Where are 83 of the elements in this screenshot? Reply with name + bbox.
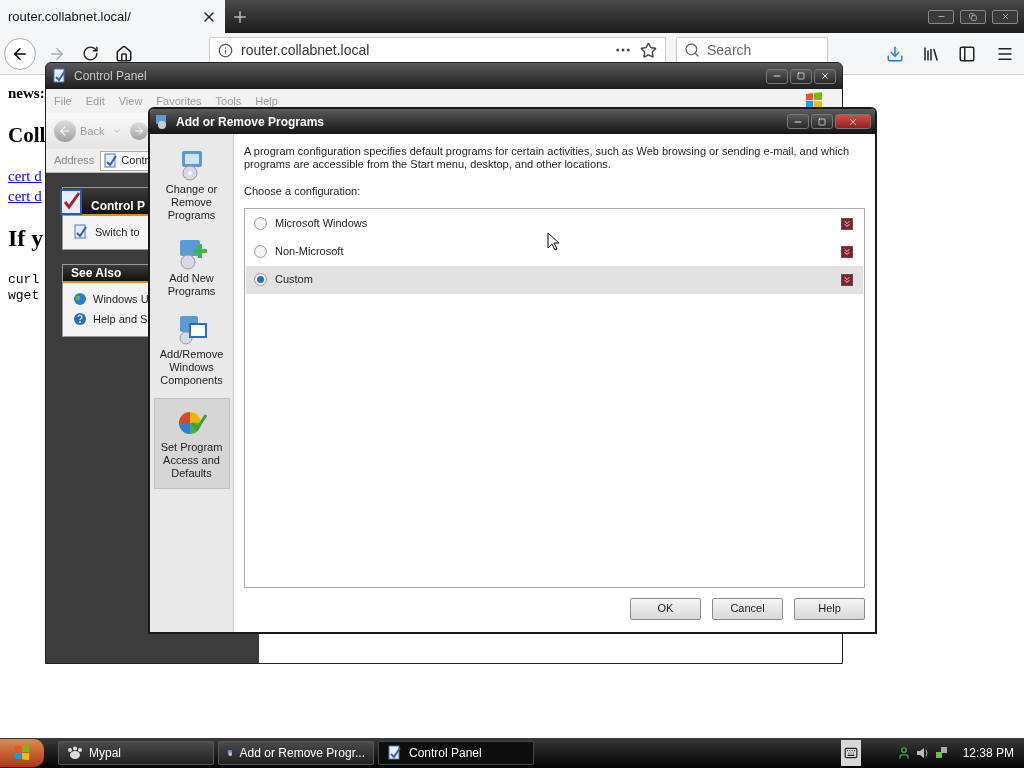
choose-label: Choose a configuration: — [244, 184, 361, 199]
double-chevron-icon — [842, 246, 852, 257]
address-field[interactable]: Contr — [100, 150, 151, 171]
library-icon[interactable] — [922, 44, 940, 63]
keyboard-button[interactable] — [840, 740, 861, 766]
expand-icon[interactable] — [841, 217, 853, 230]
code-line: wget — [8, 288, 40, 304]
network-icon[interactable] — [934, 746, 949, 760]
task-box-title: Control P — [91, 198, 145, 214]
back-button[interactable] — [4, 37, 36, 70]
control-panel-icon — [52, 68, 68, 84]
close-icon — [1000, 12, 1010, 21]
task-link[interactable]: Help and S — [73, 311, 148, 328]
browser-tab[interactable]: router.collabnet.local/ — [0, 0, 225, 33]
user-icon[interactable] — [896, 746, 911, 760]
taskbar-button[interactable]: Control Panel — [378, 741, 534, 765]
configuration-row[interactable]: Microsoft Windows — [246, 209, 863, 238]
configuration-row[interactable]: Custom — [246, 265, 863, 294]
expand-icon[interactable] — [841, 273, 853, 286]
code-line: curl — [8, 272, 40, 288]
dialog-button[interactable]: OK — [630, 597, 701, 620]
page-heading: Coll — [8, 123, 46, 147]
task-link[interactable]: Windows U — [73, 290, 149, 307]
speaker-icon[interactable] — [914, 746, 931, 760]
maximize-button[interactable] — [790, 68, 812, 84]
address-field[interactable]: router.collabnet.local — [209, 37, 666, 62]
window-title: Control Panel — [74, 68, 147, 85]
control-panel-icon — [387, 745, 403, 761]
maximize-icon — [797, 72, 805, 80]
restore-button[interactable] — [960, 9, 986, 24]
radio-button[interactable] — [254, 273, 267, 286]
reload-icon[interactable] — [82, 45, 99, 62]
minimize-button[interactable] — [928, 9, 954, 24]
radio-button[interactable] — [254, 217, 267, 230]
globe-icon — [73, 291, 87, 306]
bookmark-star-icon[interactable] — [640, 41, 657, 59]
maximize-icon — [818, 117, 826, 126]
mouse-cursor-icon — [547, 232, 559, 251]
forward-button[interactable] — [130, 122, 149, 140]
control-panel-icon — [73, 224, 89, 241]
windows-logo-icon — [13, 744, 31, 762]
page-link[interactable]: cert d — [8, 166, 42, 186]
sidebar-item[interactable]: Change or Remove Programs — [153, 144, 230, 227]
page-link[interactable]: cert d — [8, 186, 42, 206]
keyboard-icon — [843, 746, 858, 760]
info-icon[interactable] — [218, 42, 233, 58]
expand-icon[interactable] — [841, 245, 853, 258]
download-icon[interactable] — [886, 44, 904, 63]
page-label: news: — [8, 84, 45, 103]
description-text: A program configuration specifies default programs for certain activities, such as Web browsing or sending e-mail, and which programs are accessible from the Start menu, desktop, and other locations. — [244, 145, 851, 171]
home-icon[interactable] — [115, 44, 133, 63]
help-icon — [73, 312, 87, 327]
restore-icon — [969, 12, 977, 21]
paw-icon — [67, 746, 83, 760]
page-heading: If y — [8, 224, 44, 252]
forward-arrow-icon — [133, 125, 146, 137]
task-box-title: See Also — [71, 264, 122, 281]
close-icon — [848, 116, 858, 127]
sidebar-item[interactable]: Add New Programs — [153, 233, 230, 303]
sidebar-item[interactable]: Add/Remove Windows Components — [153, 309, 230, 392]
radio-button[interactable] — [254, 245, 267, 258]
taskbar-button[interactable]: Add or Remove Progr... — [218, 741, 374, 765]
double-chevron-icon — [842, 274, 852, 285]
minimize-button[interactable] — [787, 114, 809, 129]
dialog-button[interactable]: Help — [794, 597, 865, 620]
taskbar-button[interactable]: Mypal — [58, 741, 214, 765]
sidebar-icon[interactable] — [958, 44, 976, 63]
search-icon — [684, 42, 700, 58]
window-title: Add or Remove Programs — [176, 113, 325, 131]
search-field[interactable]: Search — [676, 37, 828, 62]
clock: 12:38 PM — [961, 745, 1015, 762]
address-label: Address — [54, 153, 95, 169]
control-panel-icon — [103, 152, 120, 169]
task-link[interactable]: Switch to — [73, 224, 140, 241]
close-button[interactable] — [992, 9, 1018, 24]
close-icon — [820, 71, 830, 81]
close-button[interactable] — [814, 68, 836, 84]
minimize-button[interactable] — [766, 68, 788, 84]
sidebar-item[interactable]: Set Program Access and Defaults — [153, 398, 230, 489]
double-chevron-icon — [842, 218, 852, 229]
maximize-button[interactable] — [811, 114, 833, 129]
start-button[interactable] — [0, 739, 44, 767]
dialog-button[interactable]: Cancel — [712, 597, 783, 620]
